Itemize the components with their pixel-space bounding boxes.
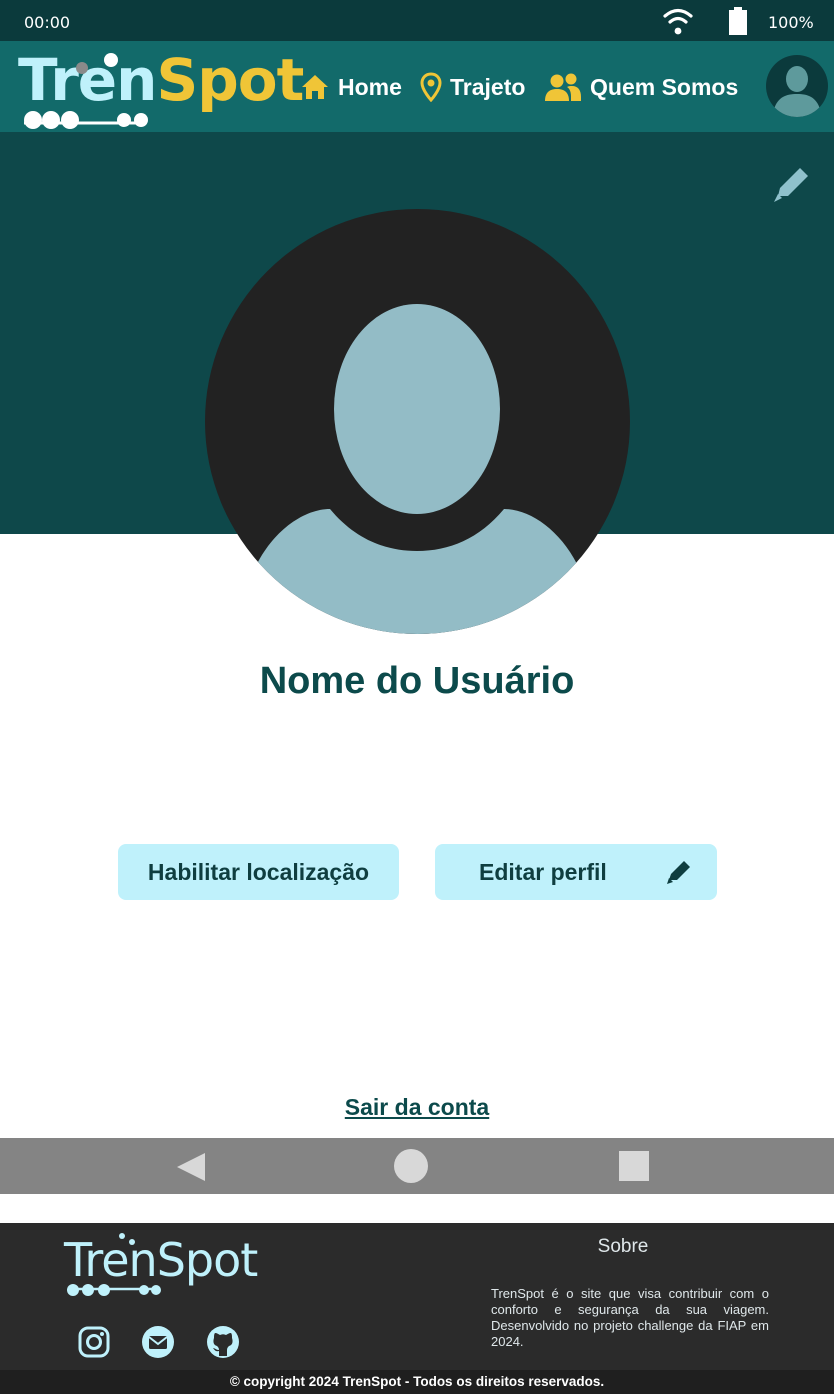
user-avatar-icon [257,304,577,634]
footer-logo-train-decoration [67,1233,161,1296]
footer-about-title: Sobre [597,1236,649,1257]
logout-link[interactable]: Sair da conta [345,1094,489,1120]
footer-copyright: © copyright 2024 TrenSpot - Todos os dir… [0,1370,834,1394]
battery-percentage: 100% [768,13,814,32]
profile-page: 00:00 100% TrenSpot Home Trajeto Quem So… [0,0,834,1394]
nav-home-label: Home [338,73,402,100]
footer-about-text: TrenSpot é o site que visa contribuir co… [491,1286,769,1349]
back-icon[interactable] [175,1151,207,1183]
pencil-icon[interactable] [770,162,814,206]
nav-home[interactable]: Home [300,65,402,109]
edit-profile-label: Editar perfil [479,858,607,885]
nav-quem-somos-label: Quem Somos [590,73,739,100]
enable-location-button[interactable]: Habilitar localização [118,844,399,900]
recent-apps-icon[interactable] [619,1151,649,1181]
email-icon[interactable] [141,1325,175,1359]
android-nav-bar [0,1138,834,1194]
nav-trajeto[interactable]: Trajeto [420,65,525,109]
trenspot-logo[interactable]: TrenSpot [16,41,304,132]
logout-link-wrapper: Sair da conta [0,1094,834,1121]
pencil-icon [667,861,690,884]
enable-location-label: Habilitar localização [147,858,370,885]
wifi-icon [663,8,693,35]
profile-avatar[interactable] [205,209,630,634]
users-icon [545,73,581,101]
user-name: Nome do Usuário [259,660,575,702]
nav-quem-somos[interactable]: Quem Somos [544,65,738,109]
site-header: TrenSpot Home Trajeto Quem Somos [0,41,834,132]
github-icon[interactable] [206,1325,240,1359]
logo-train-decoration [24,53,148,129]
map-pin-icon [420,72,442,102]
home-circle-icon[interactable] [394,1149,428,1183]
header-user-avatar[interactable] [766,55,828,117]
battery-icon [729,7,747,35]
user-avatar-icon [774,66,820,117]
edit-profile-button[interactable]: Editar perfil [435,844,717,900]
nav-trajeto-label: Trajeto [450,73,526,100]
instagram-icon[interactable] [77,1325,111,1359]
home-icon [302,75,328,99]
